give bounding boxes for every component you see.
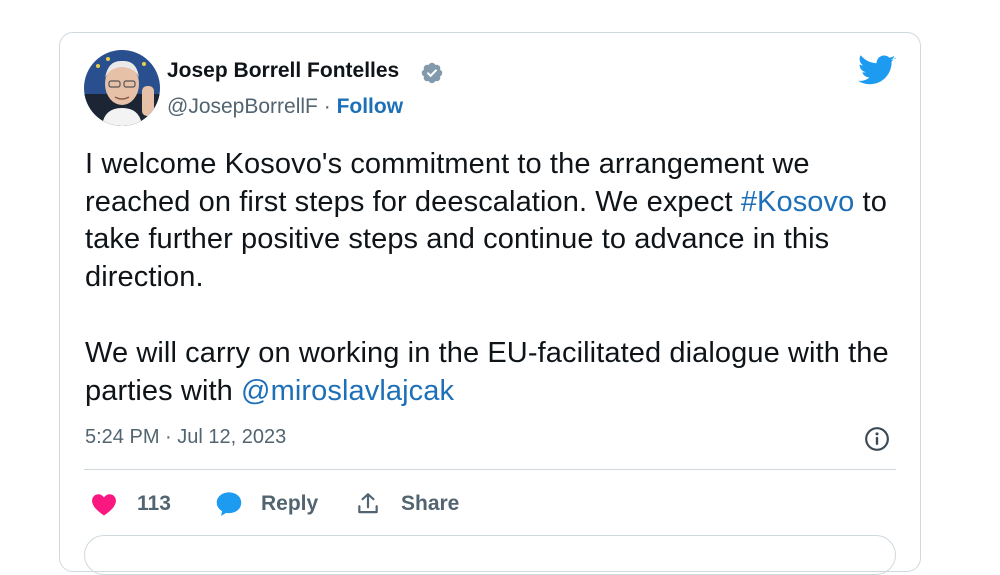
verified-badge-icon: [421, 62, 443, 84]
like-count: 113: [137, 492, 171, 515]
mention-link[interactable]: @miroslavlajcak: [241, 375, 454, 407]
avatar[interactable]: [84, 50, 160, 126]
hashtag-link[interactable]: #Kosovo: [741, 186, 855, 218]
tweet-paragraph: I welcome Kosovo's commitment to the arr…: [85, 146, 915, 297]
tweet-text-segment: I welcome Kosovo's commitment to the arr…: [85, 148, 810, 218]
divider: [84, 469, 896, 470]
read-replies-box[interactable]: [84, 535, 896, 575]
reply-button[interactable]: Reply: [215, 490, 318, 518]
info-icon[interactable]: [864, 426, 890, 452]
like-button[interactable]: 113: [91, 490, 171, 518]
tweet-text-segment: We will carry on working in the EU-facil…: [85, 336, 889, 407]
share-button[interactable]: Share: [355, 490, 459, 518]
reply-label: Reply: [261, 492, 319, 515]
author-handle-line: @JosepBorrellF · Follow: [167, 95, 403, 119]
author-name[interactable]: Josep Borrell Fontelles: [167, 59, 399, 83]
tweet-text: I welcome Kosovo's commitment to the arr…: [85, 146, 915, 410]
heart-icon: [92, 494, 116, 516]
share-icon: [358, 493, 378, 514]
separator-dot: ·: [323, 95, 331, 118]
tweet-timestamp[interactable]: 5:24 PM · Jul 12, 2023: [85, 426, 286, 449]
reply-bubble-icon: [216, 492, 242, 516]
author-handle[interactable]: @JosepBorrellF: [167, 95, 318, 118]
share-label: Share: [401, 492, 460, 515]
twitter-bird-icon[interactable]: [858, 55, 896, 87]
follow-button[interactable]: Follow: [337, 95, 404, 118]
tweet-paragraph: We will carry on working in the EU-facil…: [85, 335, 915, 410]
